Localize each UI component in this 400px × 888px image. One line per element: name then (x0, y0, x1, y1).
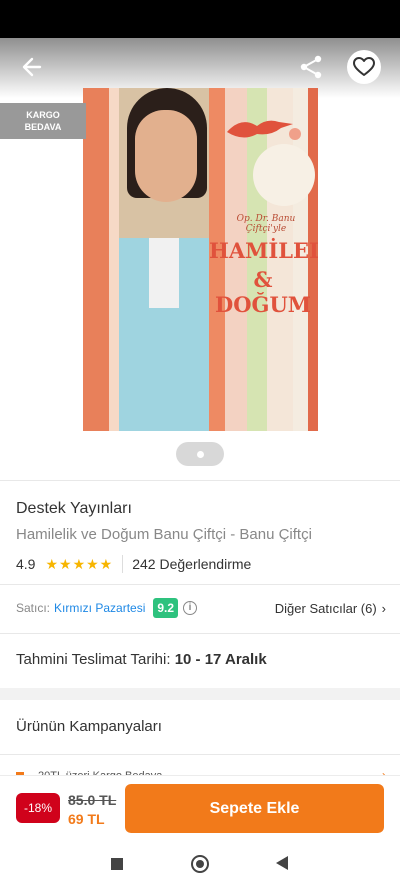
seller-score-badge: 9.2 (153, 598, 179, 618)
delivery-label: Tahmini Teslimat Tarihi: (16, 651, 171, 668)
delivery-estimate: Tahmini Teslimat Tarihi: 10 - 17 Aralık (16, 651, 267, 668)
info-icon[interactable]: i (183, 601, 198, 615)
delivery-dates: 10 - 17 Aralık (174, 651, 267, 668)
purchase-bar: -18% 85.0 TL 69 TL Sepete Ekle (0, 775, 400, 840)
stork-icon (227, 120, 301, 140)
current-price: 69 TL (68, 811, 105, 827)
share-button[interactable] (297, 53, 325, 81)
pager-dot-active (196, 450, 204, 458)
cover-blurb-circle (253, 144, 315, 206)
product-image-gallery[interactable]: Op. Dr. Banu Çiftçi'yle HAMİLELİK & DOĞU… (0, 38, 400, 480)
rating-value: 4.9 (16, 556, 36, 572)
other-sellers-link[interactable]: Diğer Satıcılar (6) › (275, 601, 386, 616)
star-rating-icon: ★★★★★ (45, 555, 114, 572)
arrow-left-icon (22, 57, 42, 77)
campaigns-title: Ürünün Kampanyaları (16, 718, 162, 735)
rating-row[interactable]: 4.9 ★★★★★ 242 Değerlendirme (16, 555, 251, 573)
share-icon (300, 55, 322, 79)
seller-name-link[interactable]: Kırmızı Pazartesi (54, 601, 145, 615)
back-triangle-icon[interactable] (276, 856, 288, 870)
free-shipping-badge: KARGO BEDAVA (0, 103, 86, 139)
free-shipping-line1: KARGO (26, 110, 60, 120)
heart-outline-icon (353, 57, 375, 76)
book-cover-image[interactable]: Op. Dr. Banu Çiftçi'yle HAMİLELİK & DOĞU… (83, 88, 318, 431)
favorite-button[interactable] (347, 50, 381, 84)
cover-title-line1: HAMİLELİK (209, 238, 318, 263)
recents-icon[interactable] (111, 858, 123, 870)
divider (0, 480, 400, 481)
image-pager-indicator[interactable] (176, 442, 224, 466)
divider (0, 633, 400, 634)
cover-author: Op. Dr. Banu Çiftçi'yle (236, 214, 296, 234)
cover-stripe (83, 88, 109, 431)
add-to-cart-button[interactable]: Sepete Ekle (125, 784, 384, 833)
other-sellers-label: Diğer Satıcılar (6) (274, 600, 377, 616)
chevron-right-icon: › (381, 600, 386, 616)
rating-divider (122, 555, 124, 573)
back-button[interactable] (18, 54, 48, 80)
cover-title: HAMİLELİK & DOĞUM (209, 238, 318, 317)
system-nav-bar (0, 840, 400, 888)
product-brand[interactable]: Destek Yayınları (16, 500, 132, 518)
section-divider (0, 688, 400, 700)
seller-row: Satıcı: Kırmızı Pazartesi 9.2 i Diğer Sa… (16, 596, 386, 620)
review-count[interactable]: 242 Değerlendirme (132, 556, 251, 572)
divider (0, 584, 400, 585)
portrait-photo (119, 88, 209, 431)
product-name: Hamilelik ve Doğum Banu Çiftçi - Banu Çi… (16, 526, 312, 543)
discount-badge: -18% (16, 793, 60, 823)
old-price: 85.0 TL (68, 792, 117, 808)
status-bar (0, 0, 400, 38)
divider (0, 754, 400, 755)
seller-label: Satıcı: (16, 601, 51, 615)
free-shipping-line2: BEDAVA (24, 122, 62, 132)
cover-title-line2: & DOĞUM (215, 267, 311, 317)
home-icon[interactable] (191, 855, 209, 873)
